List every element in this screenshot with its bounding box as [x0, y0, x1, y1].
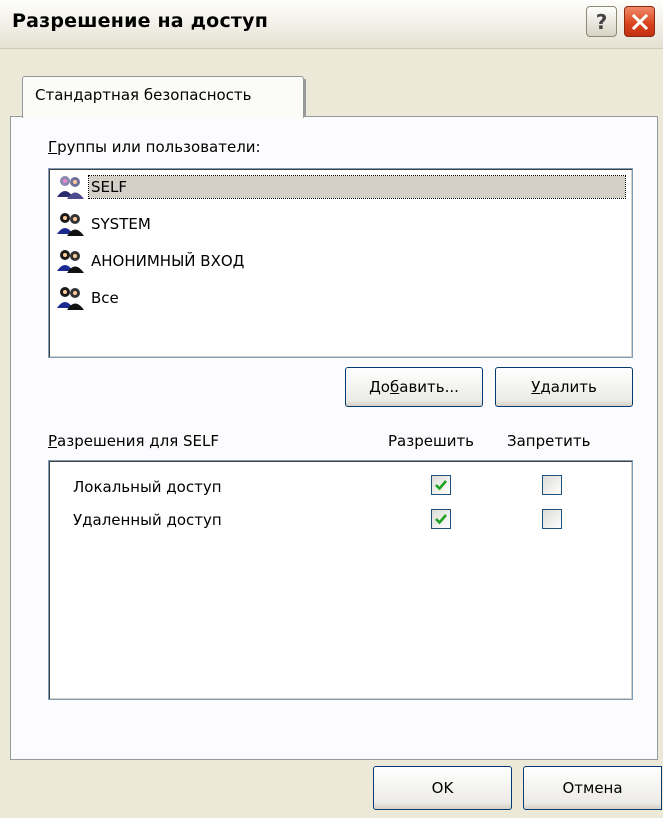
remove-button[interactable]: Удалить: [495, 367, 633, 407]
groups-label: Группы или пользователи:: [48, 138, 261, 156]
groups-list[interactable]: SELF SYSTEM АНОНИМНЫЙ ВХОД Все: [48, 168, 633, 358]
add-button[interactable]: До б авить...: [345, 367, 483, 407]
check-icon: [435, 480, 447, 491]
users-group-icon: [55, 284, 87, 312]
permission-label-local: Локальный доступ: [73, 478, 222, 496]
users-group-icon: [55, 247, 87, 275]
list-item-everyone[interactable]: Все: [55, 283, 123, 313]
close-icon: [631, 13, 648, 30]
tab-standard-security[interactable]: Стандартная безопасность: [22, 76, 306, 118]
deny-column-header: Запретить: [507, 432, 591, 450]
allow-local-checkbox[interactable]: [431, 475, 451, 495]
tab-label: Стандартная безопасность: [35, 86, 252, 104]
title-bar: Разрешение на доступ ?: [0, 0, 663, 49]
users-group-icon: [55, 210, 87, 238]
window-title: Разрешение на доступ: [12, 10, 269, 32]
list-item-self[interactable]: SELF: [55, 172, 626, 202]
help-button[interactable]: ?: [586, 6, 617, 37]
users-group-icon: [55, 173, 87, 201]
permission-label-remote: Удаленный доступ: [73, 511, 222, 529]
deny-remote-checkbox[interactable]: [542, 509, 562, 529]
allow-remote-checkbox[interactable]: [431, 509, 451, 529]
cancel-button[interactable]: Отмена: [523, 766, 662, 810]
allow-column-header: Разрешить: [388, 432, 475, 450]
check-icon: [435, 514, 447, 525]
permissions-list: Локальный доступ Удаленный доступ: [48, 460, 633, 700]
help-icon: ?: [595, 9, 608, 34]
deny-local-checkbox[interactable]: [542, 475, 562, 495]
close-button[interactable]: [624, 6, 655, 37]
permissions-label: Разрешения для SELF: [48, 432, 219, 450]
list-item-system[interactable]: SYSTEM: [55, 209, 155, 239]
list-item-anonymous[interactable]: АНОНИМНЫЙ ВХОД: [55, 246, 248, 276]
ok-button[interactable]: OK: [373, 766, 512, 810]
